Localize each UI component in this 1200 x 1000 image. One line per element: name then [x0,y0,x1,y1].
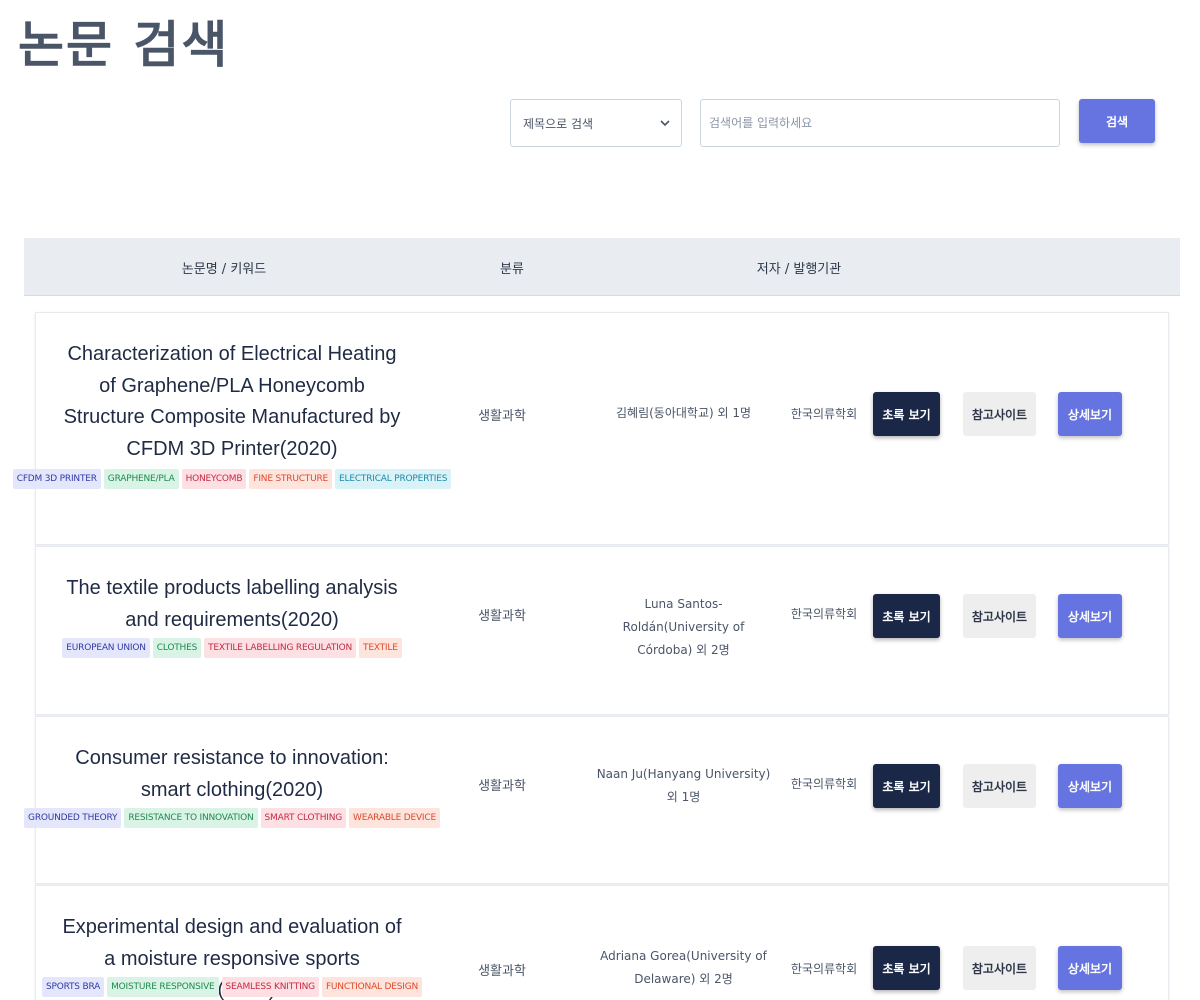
paper-author: Luna Santos-Roldán(University of Córdoba… [622,597,745,657]
reference-site-button[interactable]: 참고사이트 [963,594,1036,638]
keyword-tag: SMART CLOTHING [260,808,347,828]
keyword-tag: FUNCTIONAL DESIGN [321,977,423,997]
keyword-tag: WEARABLE DEVICE [349,808,440,828]
view-detail-button[interactable]: 상세보기 [1058,392,1122,436]
header-title-keywords: 논문명 / 키워드 [181,261,267,277]
paper-publisher: 한국의류학회 [790,407,858,421]
paper-category: 생활과학 [478,779,526,794]
keyword-tag: GROUNDED THEORY [24,808,122,828]
paper-title[interactable]: The textile products labelling analysis … [62,573,402,636]
search-button[interactable]: 검색 [1079,99,1155,143]
paper-author: 김혜림(동아대학교) 외 1명 [615,406,752,420]
reference-site-button[interactable]: 참고사이트 [963,764,1036,808]
table-row: Characterization of Electrical Heating o… [12,312,1169,545]
keyword-tag: GRAPHENE/PLA [103,469,179,489]
keyword-tag: CLOTHES [152,638,202,658]
paper-publisher: 한국의류학회 [790,777,858,791]
paper-category: 생활과학 [478,964,526,979]
view-detail-button[interactable]: 상세보기 [1058,594,1122,638]
keyword-list: GROUNDED THEORY RESISTANCE TO INNOVATION… [24,808,440,828]
keyword-tag: SPORTS BRA [41,977,105,997]
paper-author: Naan Ju(Hanyang University) 외 1명 [596,767,771,804]
table-header: 논문명 / 키워드 분류 저자 / 발행기관 [24,238,1180,296]
view-detail-button[interactable]: 상세보기 [1058,946,1122,990]
paper-category: 생활과학 [478,409,526,424]
view-detail-button[interactable]: 상세보기 [1058,764,1122,808]
search-type-value: 제목으로 검색 [523,116,594,131]
reference-site-button[interactable]: 참고사이트 [963,946,1036,990]
table-row: Experimental design and evaluation of a … [35,885,1169,1000]
keyword-tag: SEAMLESS KNITTING [221,977,319,997]
keyword-tag: TEXTILE LABELLING REGULATION [204,638,357,658]
keyword-tag: RESISTANCE TO INNOVATION [124,808,258,828]
keyword-tag: MOISTURE RESPONSIVE [107,977,219,997]
search-bar: 제목으로 검색 검색 [510,99,1155,147]
paper-title[interactable]: Characterization of Electrical Heating o… [62,339,402,465]
paper-publisher: 한국의류학회 [790,962,858,976]
view-abstract-button[interactable]: 초록 보기 [873,764,940,808]
view-abstract-button[interactable]: 초록 보기 [873,594,940,638]
keyword-list: CFDM 3D PRINTER GRAPHENE/PLA HONEYCOMB F… [12,469,452,489]
keyword-tag: EUROPEAN UNION [62,638,150,658]
keyword-tag: ELECTRICAL PROPERTIES [335,469,452,489]
keyword-list: SPORTS BRA MOISTURE RESPONSIVE SEAMLESS … [41,977,423,997]
keyword-tag: HONEYCOMB [181,469,247,489]
view-abstract-button[interactable]: 초록 보기 [873,392,940,436]
header-author-publisher: 저자 / 발행기관 [756,261,842,277]
reference-site-button[interactable]: 참고사이트 [963,392,1036,436]
keyword-tag: FINE STRUCTURE [249,469,333,489]
keyword-list: EUROPEAN UNION CLOTHES TEXTILE LABELLING… [42,638,422,658]
paper-title[interactable]: Consumer resistance to innovation: smart… [62,743,402,806]
table-row: The textile products labelling analysis … [35,546,1169,715]
table-row: Consumer resistance to innovation: smart… [24,716,1169,884]
paper-author: Adriana Gorea(University of Delaware) 외 … [600,949,767,986]
view-abstract-button[interactable]: 초록 보기 [873,946,940,990]
paper-category: 생활과학 [478,609,526,624]
page-title: 논문 검색 [18,16,230,74]
chevron-down-icon [660,120,670,127]
keyword-tag: TEXTILE [359,638,402,658]
search-input[interactable] [700,99,1060,147]
paper-publisher: 한국의류학회 [790,607,858,621]
header-category: 분류 [500,261,524,277]
search-type-select[interactable]: 제목으로 검색 [510,99,682,147]
keyword-tag: CFDM 3D PRINTER [12,469,101,489]
